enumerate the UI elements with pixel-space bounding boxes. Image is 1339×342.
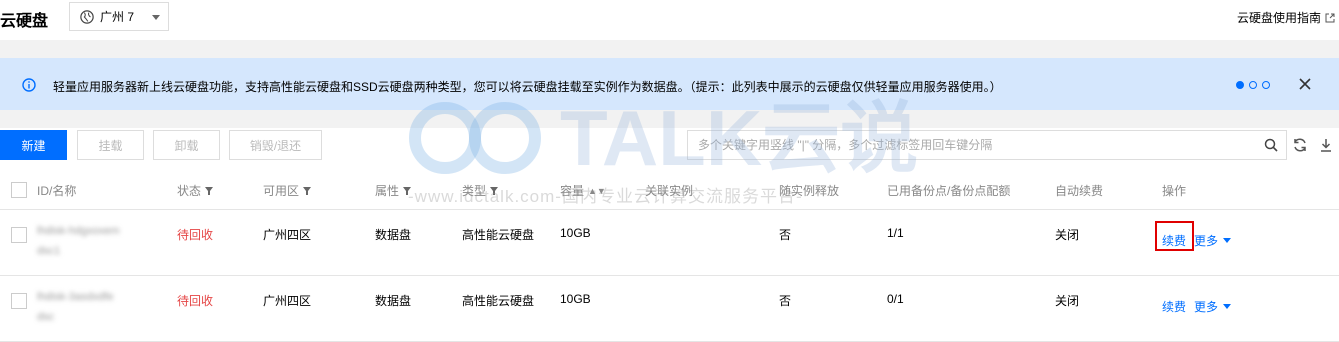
globe-icon [80,9,94,24]
refresh-icon[interactable] [1292,137,1308,153]
capacity-text: 10GB [560,226,591,240]
attach-button[interactable]: 挂载 [77,130,144,160]
backup-text: 1/1 [887,226,904,240]
disk-id[interactable]: lhdisk-3asdxdfe dsc [37,287,113,327]
chevron-down-icon [1223,304,1232,309]
renew-text: 关闭 [1055,228,1080,242]
detach-button[interactable]: 卸载 [153,130,220,160]
column-header-zone[interactable]: 可用区 [263,182,312,199]
release-text: 否 [779,228,792,242]
backup-text: 0/1 [887,292,904,306]
attr-text: 数据盘 [375,294,412,308]
chevron-down-icon [152,15,160,20]
column-header-ops: 操作 [1162,184,1187,198]
table-header: ID/名称 状态 可用区 属性 类型 容量 ▲▼ 关联实例 随实例释放 已用备份… [0,170,1339,210]
column-header-id: ID/名称 [37,184,77,198]
search-box [687,130,1287,160]
download-icon[interactable] [1318,137,1334,153]
column-header-type[interactable]: 类型 [462,182,499,199]
type-text: 高性能云硬盘 [462,294,535,308]
sort-icon[interactable]: ▲▼ [588,186,606,196]
filter-icon[interactable] [403,186,412,195]
table-row: lhdisk-hdgxoxem dsc1 待回收 广州四区 数据盘 高性能云硬盘… [0,210,1339,276]
carousel-dot[interactable] [1262,81,1270,89]
release-text: 否 [779,294,792,308]
search-input[interactable] [688,131,1248,159]
column-header-release: 随实例释放 [779,184,840,198]
chevron-down-icon [1223,238,1232,243]
renew-link[interactable]: 续费 [1162,298,1186,315]
spacer [0,110,1339,128]
zone-text: 广州四区 [263,294,312,308]
carousel-dot[interactable] [1249,81,1257,89]
status-text: 待回收 [177,228,214,242]
zone-text: 广州四区 [263,228,312,242]
search-icon[interactable] [1264,138,1278,152]
column-header-instance: 关联实例 [645,184,694,198]
info-icon [22,78,36,92]
column-header-capacity[interactable]: 容量 ▲▼ [560,182,606,199]
notice-message: 轻量应用服务器新上线云硬盘功能，支持高性能云硬盘和SSD云硬盘两种类型，您可以将… [53,80,1002,94]
top-bar: 云硬盘 广州 7 云硬盘使用指南 [0,0,1339,40]
renew-text: 关闭 [1055,294,1080,308]
column-header-backup: 已用备份点/备份点配额 [887,184,1011,198]
external-link-icon [1325,13,1335,22]
more-dropdown[interactable]: 更多 [1194,298,1232,315]
capacity-text: 10GB [560,292,591,306]
disk-table: ID/名称 状态 可用区 属性 类型 容量 ▲▼ 关联实例 随实例释放 已用备份… [0,170,1339,342]
disk-id[interactable]: lhdisk-hdgxoxem dsc1 [37,221,120,261]
page-title: 云硬盘 [0,13,49,30]
attr-text: 数据盘 [375,228,412,242]
region-value: 广州 7 [100,10,135,24]
region-select[interactable]: 广州 7 [69,2,169,31]
new-button[interactable]: 新建 [0,130,67,160]
close-icon[interactable] [1298,77,1312,91]
column-header-status[interactable]: 状态 [177,182,214,199]
filter-icon[interactable] [205,186,214,195]
column-header-attr[interactable]: 属性 [375,182,412,199]
row-checkbox[interactable] [11,227,27,243]
carousel-dots [1236,81,1270,89]
guide-link[interactable]: 云硬盘使用指南 [1237,9,1335,26]
spacer [0,40,1339,58]
filter-icon[interactable] [490,186,499,195]
guide-link-label: 云硬盘使用指南 [1236,11,1321,25]
type-text: 高性能云硬盘 [462,228,535,242]
row-checkbox[interactable] [11,293,27,309]
notice-banner: 轻量应用服务器新上线云硬盘功能，支持高性能云硬盘和SSD云硬盘两种类型，您可以将… [0,58,1339,110]
column-header-renew: 自动续费 [1055,184,1104,198]
annotation-highlight [1155,221,1194,251]
table-row: lhdisk-3asdxdfe dsc 待回收 广州四区 数据盘 高性能云硬盘 … [0,276,1339,342]
carousel-dot[interactable] [1236,81,1244,89]
destroy-button[interactable]: 销毁/退还 [229,130,322,160]
filter-icon[interactable] [303,186,312,195]
more-dropdown[interactable]: 更多 [1194,232,1232,249]
status-text: 待回收 [177,294,214,308]
select-all-checkbox[interactable] [11,182,27,198]
